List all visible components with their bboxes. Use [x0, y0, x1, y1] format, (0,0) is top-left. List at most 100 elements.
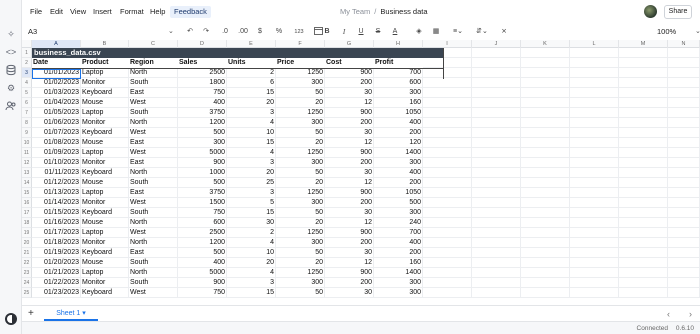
zoom-select[interactable]: 100% [657, 27, 676, 36]
users-icon[interactable] [5, 100, 17, 112]
table-cell[interactable]: Mouse [81, 98, 129, 108]
table-cell[interactable]: 3 [227, 278, 276, 288]
table-cell[interactable]: 01/05/2023 [32, 108, 81, 118]
table-cell[interactable]: 01/09/2023 [32, 148, 81, 158]
grid-cell[interactable] [521, 108, 570, 118]
row-header[interactable]: 9 [22, 128, 32, 138]
grid-cell[interactable] [570, 98, 619, 108]
table-cell[interactable]: 1250 [276, 108, 325, 118]
table-cell[interactable]: 1250 [276, 268, 325, 278]
redo-icon[interactable]: ↷ [200, 26, 212, 38]
grid-cell[interactable] [521, 278, 570, 288]
grid-cell[interactable] [521, 218, 570, 228]
row-header[interactable]: 13 [22, 168, 32, 178]
row-header[interactable]: 16 [22, 198, 32, 208]
table-cell[interactable]: South [129, 258, 178, 268]
grid-cell[interactable] [521, 188, 570, 198]
grid-cell[interactable] [423, 88, 472, 98]
grid-cell[interactable] [423, 138, 472, 148]
underline-icon[interactable]: U [356, 26, 366, 38]
table-cell[interactable]: 01/17/2023 [32, 228, 81, 238]
row-header[interactable]: 8 [22, 118, 32, 128]
column-header-m[interactable]: M [619, 40, 668, 48]
table-cell[interactable]: 4 [227, 118, 276, 128]
column-header-c[interactable]: C [129, 40, 178, 48]
row-header[interactable]: 20 [22, 238, 32, 248]
grid-cell[interactable] [521, 198, 570, 208]
grid-cell[interactable] [521, 78, 570, 88]
grid-cell[interactable] [570, 238, 619, 248]
column-header-e[interactable]: E [227, 40, 276, 48]
grid-cell[interactable] [423, 158, 472, 168]
grid-cell[interactable] [619, 178, 668, 188]
table-cell[interactable]: 5 [227, 198, 276, 208]
table-cell[interactable]: 2 [227, 228, 276, 238]
table-cell[interactable]: 01/18/2023 [32, 238, 81, 248]
grid-cell[interactable] [521, 88, 570, 98]
table-cell[interactable]: West [129, 148, 178, 158]
bold-icon[interactable]: B [322, 26, 332, 38]
table-cell[interactable]: 1250 [276, 148, 325, 158]
grid-cell[interactable] [423, 238, 472, 248]
row-header[interactable]: 11 [22, 148, 32, 158]
table-cell[interactable]: 2500 [178, 228, 227, 238]
menu-file[interactable]: File [30, 6, 42, 18]
table-cell[interactable]: 01/14/2023 [32, 198, 81, 208]
table-cell[interactable]: Monitor [81, 158, 129, 168]
table-cell[interactable]: Laptop [81, 68, 129, 78]
table-cell[interactable]: 01/15/2023 [32, 208, 81, 218]
row-header[interactable]: 4 [22, 78, 32, 88]
table-cell[interactable]: 300 [276, 238, 325, 248]
grid-cell[interactable] [472, 218, 521, 228]
chevron-down-icon[interactable]: ▾ [82, 310, 86, 317]
grid-cell[interactable] [668, 168, 700, 178]
grid-cell[interactable] [423, 268, 472, 278]
table-cell[interactable]: 200 [374, 128, 423, 138]
table-cell[interactable]: 300 [374, 288, 423, 298]
table-cell[interactable]: West [129, 288, 178, 298]
table-cell[interactable]: 4 [227, 238, 276, 248]
row-header[interactable]: 18 [22, 218, 32, 228]
grid-cell[interactable] [668, 288, 700, 298]
table-cell[interactable]: 2500 [178, 68, 227, 78]
grid-cell[interactable] [668, 278, 700, 288]
column-header-f[interactable]: F [276, 40, 325, 48]
grid-cell[interactable] [423, 198, 472, 208]
table-cell[interactable]: 12 [325, 178, 374, 188]
grid-cell[interactable] [619, 58, 668, 68]
table-cell[interactable]: Keyboard [81, 208, 129, 218]
grid-cell[interactable] [668, 238, 700, 248]
grid-cell[interactable] [619, 218, 668, 228]
grid-cell[interactable] [472, 248, 521, 258]
grid-cell[interactable] [570, 48, 619, 58]
grid-cell[interactable] [570, 188, 619, 198]
text-color-icon[interactable]: A [390, 26, 400, 38]
table-cell[interactable]: 1400 [374, 268, 423, 278]
table-cell[interactable]: 400 [374, 238, 423, 248]
table-cell[interactable]: 400 [178, 258, 227, 268]
table-cell[interactable]: 01/12/2023 [32, 178, 81, 188]
grid-cell[interactable] [570, 218, 619, 228]
grid-cell[interactable] [521, 258, 570, 268]
chevron-down-icon[interactable]: ⌄ [168, 27, 174, 35]
grid-cell[interactable] [668, 158, 700, 168]
table-cell[interactable]: 160 [374, 258, 423, 268]
table-cell[interactable]: West [129, 228, 178, 238]
row-header[interactable]: 21 [22, 248, 32, 258]
grid-cell[interactable] [570, 228, 619, 238]
table-cell[interactable]: 400 [374, 118, 423, 128]
table-cell[interactable]: Keyboard [81, 288, 129, 298]
table-cell[interactable]: 20 [227, 168, 276, 178]
grid-cell[interactable] [619, 228, 668, 238]
grid-cell[interactable] [423, 218, 472, 228]
table-cell[interactable]: 30 [325, 168, 374, 178]
grid-cell[interactable] [423, 108, 472, 118]
grid-cell[interactable] [423, 278, 472, 288]
table-cell[interactable]: 50 [276, 88, 325, 98]
grid-cell[interactable] [570, 108, 619, 118]
grid-cell[interactable] [472, 138, 521, 148]
menu-format[interactable]: Format [120, 6, 144, 18]
table-cell[interactable]: 50 [276, 128, 325, 138]
table-cell[interactable]: 600 [374, 78, 423, 88]
avatar[interactable] [644, 5, 657, 18]
